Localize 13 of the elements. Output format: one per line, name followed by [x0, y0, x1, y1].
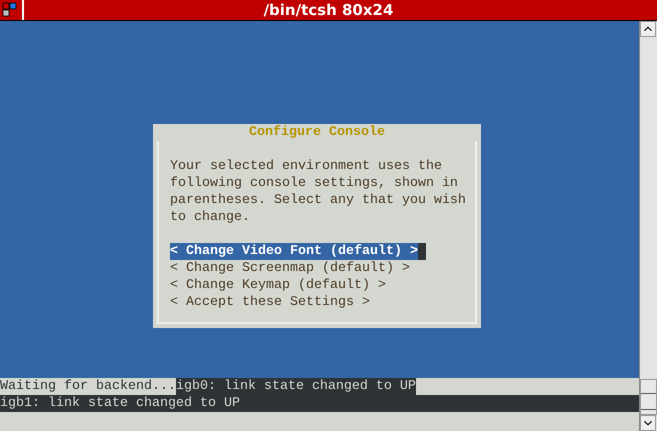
console-text: igb1: link state changed to UP [0, 395, 240, 412]
scroll-thumb[interactable] [640, 379, 657, 415]
dialog-message: Your selected environment uses the following console settings, shown in parentheses. Select any that you wish to change. [169, 158, 466, 226]
menu-item[interactable]: < Change Keymap (default) > [170, 277, 386, 294]
window-menu-icon[interactable] [2, 2, 18, 18]
scroll-down-icon[interactable] [640, 415, 656, 431]
console-text: Waiting for backend... [0, 378, 176, 395]
menu-item[interactable]: < Change Screenmap (default) > [170, 260, 410, 277]
scrollbar[interactable] [639, 21, 657, 431]
menu-item[interactable]: < Change Video Font (default) > [170, 243, 418, 260]
scroll-up-icon[interactable] [640, 21, 656, 37]
console-text: igb0: link state changed to UP [176, 378, 416, 395]
menu-item[interactable]: < Accept these Settings > [170, 294, 370, 311]
